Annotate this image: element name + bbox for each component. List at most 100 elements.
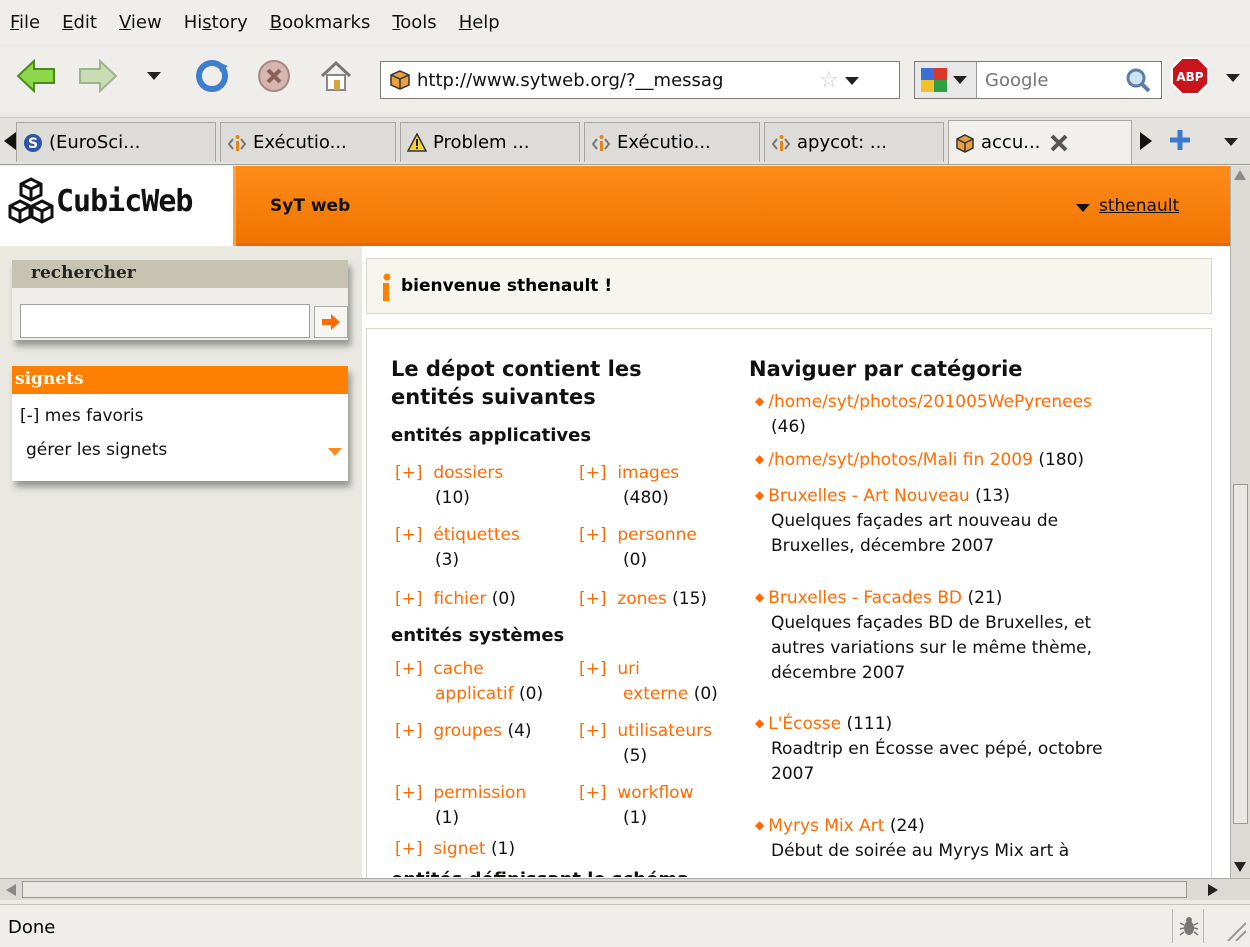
tab-list-dropdown-icon[interactable] bbox=[1224, 138, 1238, 146]
groupes-link[interactable]: groupes bbox=[433, 721, 502, 741]
menu-help[interactable]: Help bbox=[459, 12, 500, 33]
search-bar[interactable] bbox=[914, 61, 1162, 99]
workflow-link[interactable]: workflow bbox=[617, 783, 693, 803]
home-button[interactable] bbox=[312, 52, 360, 100]
new-tab-plus-icon[interactable] bbox=[1168, 128, 1192, 152]
tab-euroscipy[interactable]: S (EuroSci... bbox=[16, 122, 216, 162]
forward-button[interactable] bbox=[74, 52, 122, 100]
add-image-link[interactable]: [+] bbox=[579, 463, 607, 483]
tab-execution-2[interactable]: Exécutio... bbox=[584, 122, 760, 162]
permission-link[interactable]: permission bbox=[433, 783, 526, 803]
images-link[interactable]: images bbox=[617, 463, 679, 483]
add-signet-link[interactable]: [+] bbox=[395, 839, 423, 859]
browse-by-category-heading: Naviguer par catégorie bbox=[749, 357, 1023, 381]
entity-etiquettes: [+] étiquettes (3) bbox=[395, 525, 520, 570]
add-zone-link[interactable]: [+] bbox=[579, 589, 607, 609]
apycot-icon bbox=[591, 134, 611, 151]
horizontal-scroll-thumb[interactable] bbox=[22, 881, 1187, 898]
tab-scroll-right-icon[interactable] bbox=[1140, 132, 1152, 150]
add-permission-link[interactable]: [+] bbox=[395, 783, 423, 803]
entity-cache-applicatif: [+] cache applicatif (0) bbox=[395, 659, 544, 704]
magnifier-icon[interactable] bbox=[1125, 67, 1151, 93]
category-link[interactable]: Bruxelles - Art Nouveau bbox=[768, 486, 969, 506]
tab-accueil-active[interactable]: accu... bbox=[948, 120, 1132, 164]
adblock-dropdown-icon[interactable] bbox=[1226, 74, 1240, 82]
adblock-button[interactable]: ABP bbox=[1166, 52, 1214, 100]
menu-file[interactable]: File bbox=[10, 12, 40, 33]
add-workflow-link[interactable]: [+] bbox=[579, 783, 607, 803]
tab-apycot[interactable]: apycot: ... bbox=[764, 122, 944, 162]
site-search-input[interactable] bbox=[20, 304, 310, 338]
category-link[interactable]: /home/syt/photos/Mali fin 2009 bbox=[768, 450, 1033, 470]
reload-button[interactable] bbox=[188, 52, 236, 100]
uri-link-cont[interactable]: externe bbox=[579, 684, 688, 704]
add-dossier-link[interactable]: [+] bbox=[395, 463, 423, 483]
tab-execution-1[interactable]: Exécutio... bbox=[220, 122, 396, 162]
bookmarks-dropdown-icon[interactable] bbox=[328, 448, 342, 456]
cache-link-cont[interactable]: applicatif bbox=[395, 684, 514, 704]
resize-grip-icon[interactable] bbox=[1224, 919, 1246, 941]
signet-link[interactable]: signet bbox=[433, 839, 485, 859]
firebug-status-button[interactable] bbox=[1172, 909, 1204, 943]
add-cache-link[interactable]: [+] bbox=[395, 659, 423, 679]
url-dropdown-icon[interactable] bbox=[844, 77, 859, 85]
add-fichier-link[interactable]: [+] bbox=[395, 589, 423, 609]
stop-button[interactable] bbox=[250, 52, 298, 100]
add-etiquette-link[interactable]: [+] bbox=[395, 525, 423, 545]
url-text[interactable]: http://www.sytweb.org/?__messag bbox=[417, 70, 817, 91]
bookmark-star-icon[interactable]: ☆ bbox=[819, 68, 839, 93]
search-box: rechercher bbox=[12, 260, 348, 340]
menu-history[interactable]: History bbox=[184, 12, 248, 33]
category-link[interactable]: L'Écosse bbox=[768, 714, 841, 734]
site-name[interactable]: SyT web bbox=[270, 196, 350, 216]
cubicweb-logo[interactable]: CubicWeb bbox=[0, 166, 236, 246]
category-link[interactable]: /home/syt/photos/201005WePyrenees bbox=[768, 392, 1092, 412]
add-utilisateur-link[interactable]: [+] bbox=[579, 721, 607, 741]
tab-scroll-left-icon[interactable] bbox=[4, 132, 16, 150]
web-search-input[interactable] bbox=[983, 68, 1103, 92]
apycot-icon bbox=[771, 134, 791, 151]
manage-bookmarks-link[interactable]: gérer les signets bbox=[26, 440, 167, 460]
url-bar[interactable]: http://www.sytweb.org/?__messag ☆ bbox=[380, 61, 900, 99]
horizontal-scrollbar[interactable] bbox=[0, 878, 1250, 900]
personne-link[interactable]: personne bbox=[617, 525, 697, 545]
menu-tools[interactable]: Tools bbox=[392, 12, 436, 33]
search-engine-selector[interactable] bbox=[915, 62, 977, 98]
dossiers-link[interactable]: dossiers bbox=[433, 463, 503, 483]
cache-link[interactable]: cache bbox=[433, 659, 483, 679]
add-groupe-link[interactable]: [+] bbox=[395, 721, 423, 741]
scroll-down-icon[interactable] bbox=[1234, 862, 1246, 872]
uri-link[interactable]: uri bbox=[617, 659, 640, 679]
menu-edit[interactable]: Edit bbox=[62, 12, 97, 33]
vertical-scroll-thumb[interactable] bbox=[1233, 484, 1248, 824]
utilisateurs-link[interactable]: utilisateurs bbox=[617, 721, 712, 741]
etiquettes-link[interactable]: étiquettes bbox=[433, 525, 520, 545]
vertical-scrollbar[interactable] bbox=[1230, 166, 1250, 878]
menu-bookmarks[interactable]: Bookmarks bbox=[270, 12, 371, 33]
close-tab-icon[interactable] bbox=[1048, 132, 1070, 154]
category-link[interactable]: Bruxelles - Facades BD bbox=[768, 588, 962, 608]
scroll-right-icon[interactable] bbox=[1208, 884, 1218, 896]
scroll-left-icon[interactable] bbox=[6, 884, 16, 896]
add-uri-link[interactable]: [+] bbox=[579, 659, 607, 679]
zones-link[interactable]: zones bbox=[617, 589, 666, 609]
tab-problem[interactable]: Problem ... bbox=[400, 122, 580, 162]
search-submit-button[interactable] bbox=[314, 306, 348, 338]
back-button[interactable] bbox=[12, 52, 60, 100]
category-item: ◆ L'Écosse (111) Roadtrip en Écosse avec p… bbox=[755, 714, 1103, 784]
menu-view[interactable]: View bbox=[119, 12, 162, 33]
history-dropdown-icon[interactable] bbox=[147, 72, 161, 80]
user-menu-arrow-icon[interactable] bbox=[1076, 204, 1090, 212]
add-personne-link[interactable]: [+] bbox=[579, 525, 607, 545]
fichier-link[interactable]: fichier bbox=[433, 589, 486, 609]
adblock-plus-icon: ABP bbox=[1171, 57, 1209, 95]
page-viewport: CubicWeb SyT web sthenault rechercher si… bbox=[0, 166, 1230, 878]
back-arrow-icon bbox=[16, 59, 55, 93]
user-menu-link[interactable]: sthenault bbox=[1099, 196, 1179, 216]
warning-icon bbox=[407, 132, 427, 152]
tab-label: accu... bbox=[981, 132, 1041, 153]
category-link[interactable]: Myrys Mix Art bbox=[768, 816, 884, 836]
scroll-up-icon[interactable] bbox=[1234, 170, 1246, 180]
my-favorites-toggle[interactable]: [-] mes favoris bbox=[20, 406, 144, 426]
cubicweb-header: CubicWeb SyT web sthenault bbox=[0, 166, 1230, 246]
